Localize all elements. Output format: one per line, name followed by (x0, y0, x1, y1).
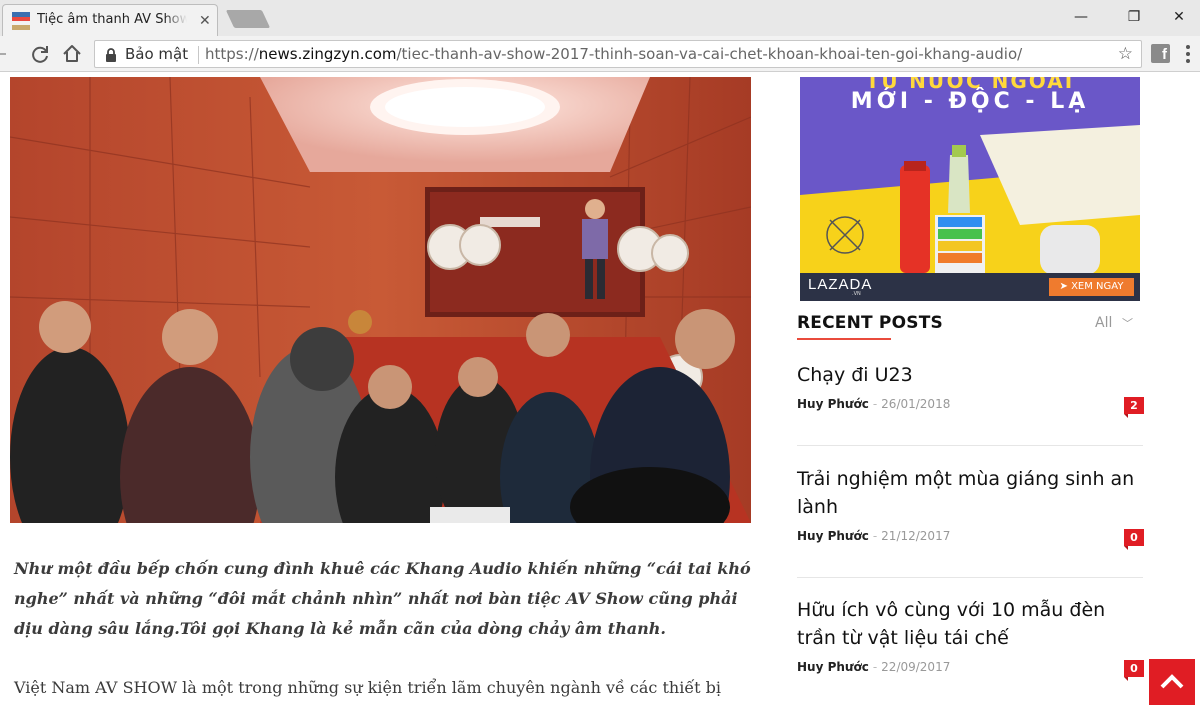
comment-count-badge[interactable]: 0 (1124, 660, 1144, 681)
chevron-up-icon (1160, 674, 1184, 689)
site-favicon-icon (12, 12, 30, 30)
post-divider (797, 445, 1143, 446)
back-to-top-button[interactable] (1149, 659, 1195, 705)
post-author[interactable]: Huy Phước (797, 660, 869, 674)
post-date: 26/01/2018 (881, 397, 951, 411)
star-icon[interactable]: ☆ (1118, 44, 1133, 64)
post-date: 22/09/2017 (881, 660, 951, 674)
recent-post-item[interactable]: Chạy đi U23 Huy Phước -26/01/2018 2 (797, 361, 1145, 418)
new-tab-button[interactable] (225, 10, 271, 28)
article-photo (10, 77, 751, 523)
home-icon[interactable] (61, 43, 83, 65)
post-author[interactable]: Huy Phước (797, 529, 869, 543)
secure-label: Bảo mật (125, 45, 189, 63)
article-body: Việt Nam AV SHOW là một trong những sự k… (14, 678, 722, 697)
comment-count-badge[interactable]: 2 (1124, 397, 1144, 418)
recent-posts-heading: RECENT POSTS (797, 313, 943, 333)
comment-count-badge[interactable]: 0 (1124, 529, 1144, 550)
window-close-button[interactable]: ✕ (1164, 5, 1194, 29)
ad-headline: MỚI - ĐỘC - LẠ (850, 89, 1090, 114)
lazada-ad-banner[interactable]: TỪ NƯỚC NGOÀI MỚI - ĐỘC - LẠ LAZADA .VN … (800, 77, 1140, 301)
reload-icon[interactable] (29, 43, 51, 65)
recent-post-item[interactable]: Hữu ích vô cùng với 10 mẫu đèn trần từ v… (797, 596, 1145, 681)
recent-post-item[interactable]: Trải nghiệm một mùa giáng sinh an lành H… (797, 465, 1145, 550)
post-meta: Huy Phước -22/09/2017 (797, 660, 951, 674)
window-minimize-button[interactable]: — (1066, 5, 1096, 29)
post-title[interactable]: Chạy đi U23 (797, 361, 1145, 389)
page-content: Như một đầu bếp chốn cung đình khuê các … (0, 73, 1200, 711)
tab-title: Tiệc âm thanh AV Show 2017 (37, 12, 187, 27)
browser-tab[interactable]: Tiệc âm thanh AV Show 2017 ✕ (2, 4, 218, 36)
post-title[interactable]: Hữu ích vô cùng với 10 mẫu đèn trần từ v… (797, 596, 1145, 652)
recent-posts-underline (797, 338, 891, 340)
ad-product-image (800, 125, 1140, 275)
post-title[interactable]: Trải nghiệm một mùa giáng sinh an lành (797, 465, 1145, 521)
ad-cta-button[interactable]: ➤ XEM NGAY (1049, 278, 1134, 296)
article-lead: Như một đầu bếp chốn cung đình khuê các … (14, 559, 751, 638)
url-text[interactable]: https://news.zingzyn.com/tiec-thanh-av-s… (205, 45, 1022, 63)
post-meta: Huy Phước -26/01/2018 (797, 397, 951, 411)
tab-close-icon[interactable]: ✕ (199, 12, 211, 30)
window-restore-button[interactable]: ❐ (1119, 5, 1149, 29)
ad-footer: LAZADA .VN ➤ XEM NGAY (800, 273, 1140, 301)
omnibox-separator (198, 46, 199, 64)
lazada-logo-sub: .VN (852, 291, 861, 297)
browser-toolbar: Bảo mật https://news.zingzyn.com/tiec-th… (0, 36, 1200, 72)
browser-titlebar: Tiệc âm thanh AV Show 2017 ✕ — ❐ ✕ (0, 0, 1200, 36)
post-date: 21/12/2017 (881, 529, 951, 543)
post-meta: Huy Phước -21/12/2017 (797, 529, 951, 543)
post-divider (797, 577, 1143, 578)
chevron-down-icon[interactable]: ﹀ (1122, 315, 1133, 331)
lazada-logo: LAZADA (808, 276, 873, 293)
recent-posts-filter[interactable]: All (1095, 315, 1112, 331)
address-bar[interactable]: Bảo mật https://news.zingzyn.com/tiec-th… (94, 40, 1142, 68)
lock-icon (106, 48, 116, 62)
back-arrow-icon[interactable] (0, 43, 14, 65)
post-author[interactable]: Huy Phước (797, 397, 869, 411)
menu-icon[interactable] (1186, 45, 1190, 66)
facebook-icon[interactable]: f (1151, 44, 1170, 63)
